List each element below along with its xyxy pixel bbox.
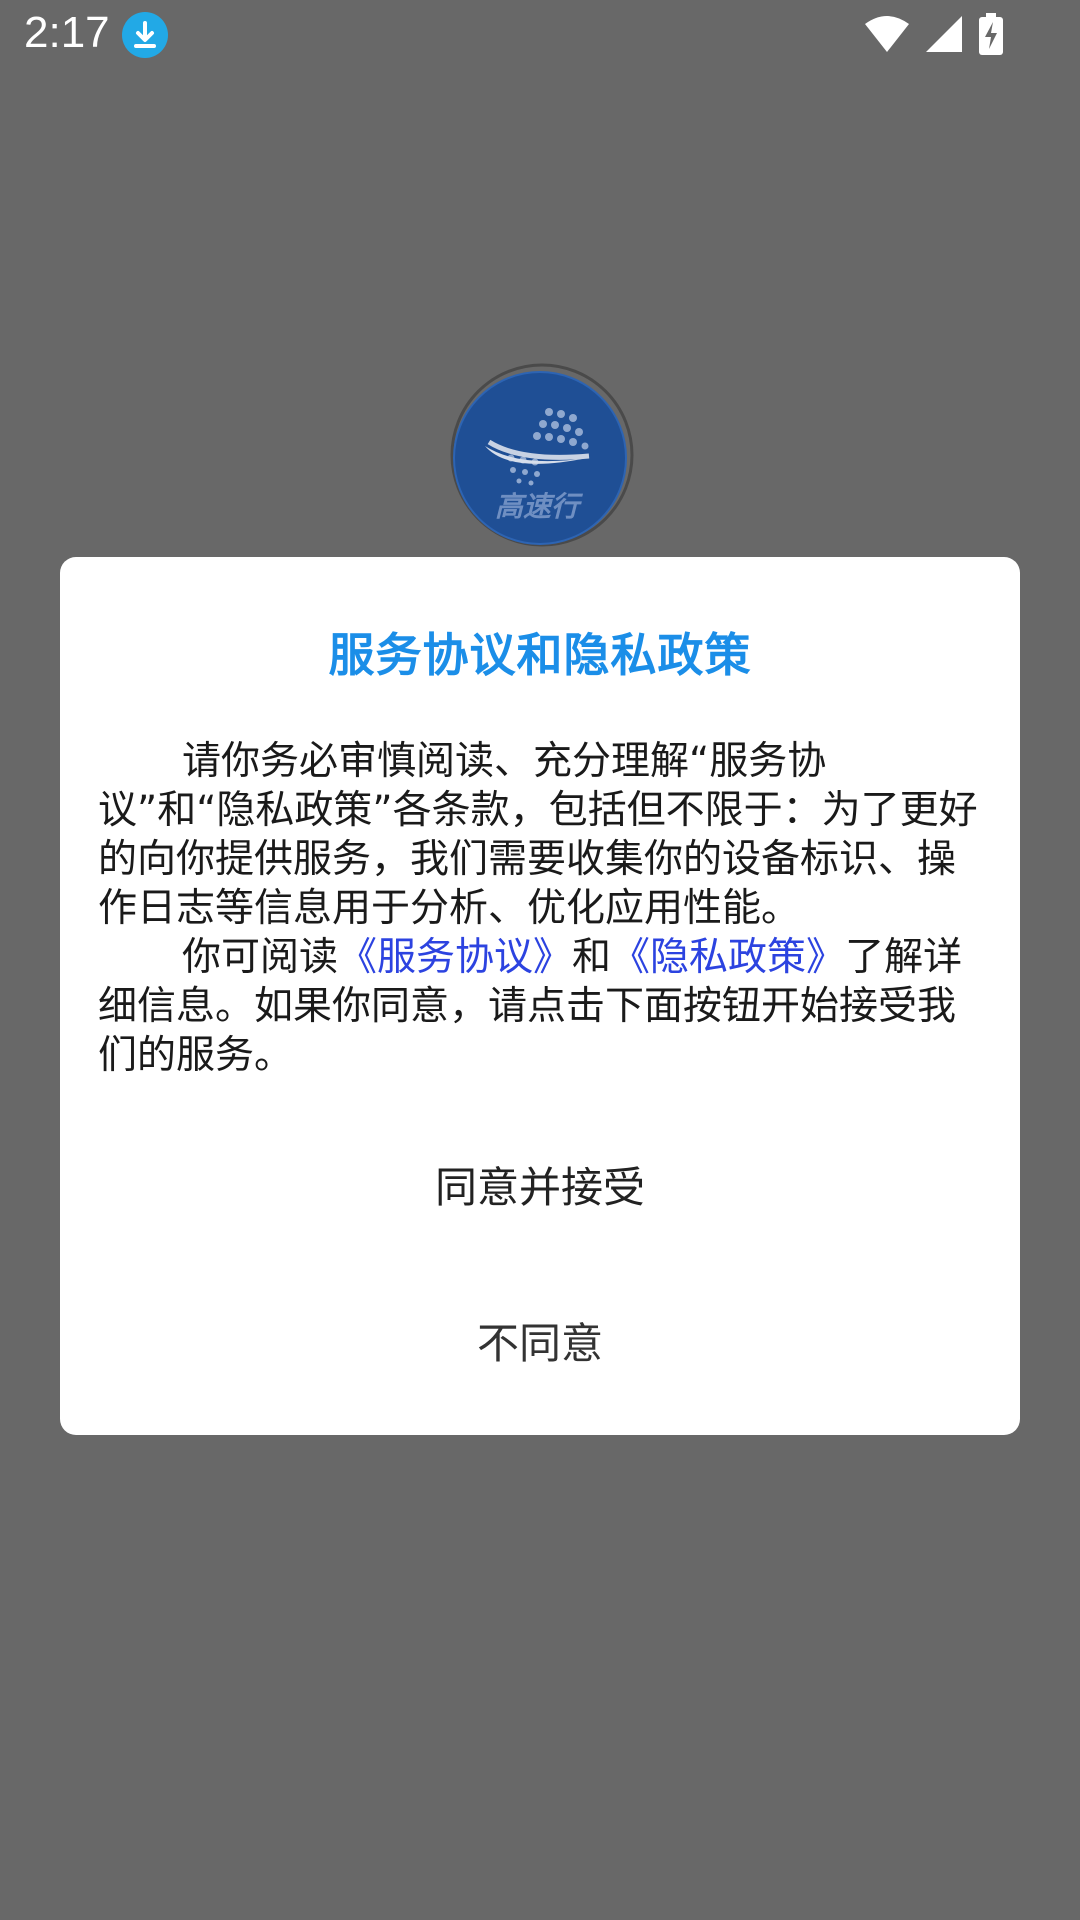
status-bar: 2:17 <box>0 0 1080 72</box>
privacy-dialog: 服务协议和隐私政策 请你务必审慎阅读、充分理解“服务协议”和“隐私政策”各条款，… <box>60 557 1020 1435</box>
status-time: 2:17 <box>24 8 110 57</box>
download-icon <box>122 12 168 58</box>
signal-icon <box>924 14 964 58</box>
dialog-paragraph-1: 请你务必审慎阅读、充分理解“服务协议”和“隐私政策”各条款，包括但不限于：为了更… <box>98 739 978 931</box>
dialog-body: 请你务必审慎阅读、充分理解“服务协议”和“隐私政策”各条款，包括但不限于：为了更… <box>98 737 982 1080</box>
paragraph-2-prefix: 你可阅读 <box>182 935 339 980</box>
status-icons <box>864 13 1004 59</box>
logo-text: 高速行 <box>495 490 584 523</box>
service-agreement-link[interactable]: 《服务协议》 <box>338 935 572 980</box>
wifi-icon <box>864 14 910 58</box>
disagree-button[interactable]: 不同意 <box>60 1309 1020 1379</box>
battery-charging-icon <box>978 13 1004 59</box>
agree-button[interactable]: 同意并接受 <box>60 1153 1020 1223</box>
dialog-paragraph-2: 你可阅读《服务协议》和《隐私政策》了解详细信息。如果你同意，请点击下面按钮开始接… <box>98 933 982 1080</box>
screen: 2:17 高速行 服务协议和隐私政策 请你务必审慎阅读、充分理解“服务协议”和“… <box>0 0 1080 1920</box>
privacy-policy-link[interactable]: 《隐私政策》 <box>611 935 845 980</box>
app-logo: 高速行 <box>449 362 635 548</box>
paragraph-2-middle: 和 <box>572 935 612 980</box>
dialog-title: 服务协议和隐私政策 <box>328 628 752 682</box>
